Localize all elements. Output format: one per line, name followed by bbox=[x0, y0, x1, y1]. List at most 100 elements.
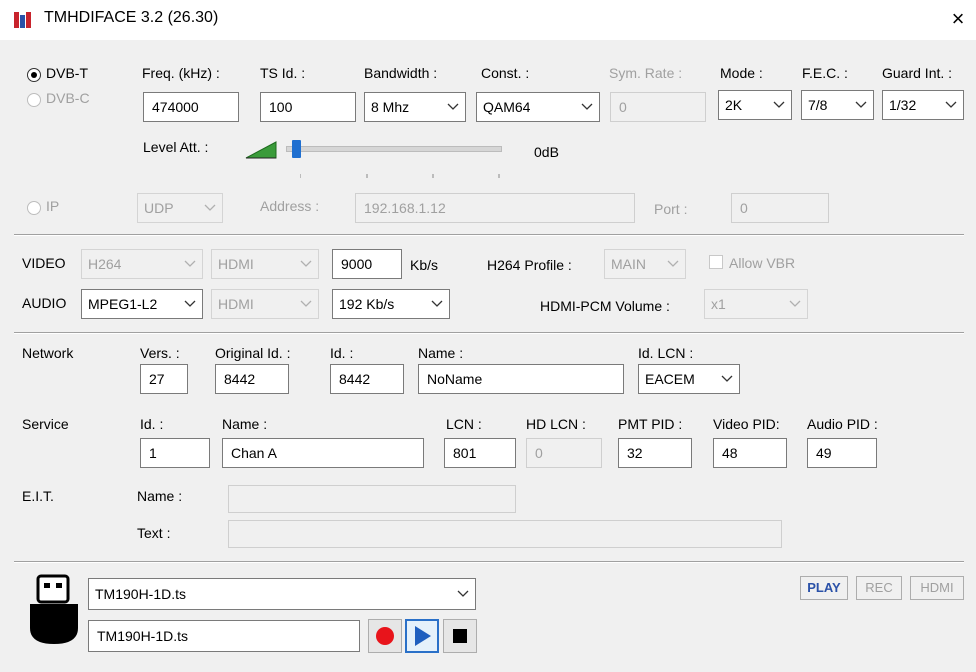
chevron-down-icon bbox=[773, 101, 785, 108]
bandwidth-select[interactable]: 8 Mhz bbox=[364, 92, 466, 122]
separator bbox=[14, 332, 964, 334]
video-bitrate-input[interactable]: 9000 bbox=[332, 249, 402, 279]
level-wedge-icon bbox=[244, 138, 278, 160]
file-select-value: TM190H-1D.ts bbox=[95, 586, 187, 602]
fec-label: F.E.C. : bbox=[802, 65, 848, 81]
video-source-select[interactable]: HDMI bbox=[211, 249, 319, 279]
service-id-label: Id. : bbox=[140, 416, 164, 432]
audio-bitrate-value: 192 Kb/s bbox=[339, 296, 395, 312]
symrate-label: Sym. Rate : bbox=[609, 65, 683, 81]
network-lcn-label: Id. LCN : bbox=[638, 345, 694, 361]
chevron-down-icon bbox=[300, 300, 312, 307]
video-label: VIDEO bbox=[22, 255, 66, 271]
allow-vbr-label: Allow VBR bbox=[729, 255, 796, 271]
service-name-label: Name : bbox=[222, 416, 268, 432]
eit-text-input[interactable] bbox=[228, 520, 782, 548]
network-origid-label: Original Id. : bbox=[215, 345, 291, 361]
service-id-input[interactable]: 1 bbox=[140, 438, 210, 468]
chevron-down-icon bbox=[184, 300, 196, 307]
ip-label: IP bbox=[46, 198, 60, 214]
dvbc-label: DVB-C bbox=[46, 90, 90, 106]
ip-proto-select[interactable]: UDP bbox=[137, 193, 223, 223]
video-codec-select[interactable]: H264 bbox=[81, 249, 203, 279]
level-slider-thumb[interactable] bbox=[292, 140, 301, 158]
freq-label: Freq. (kHz) : bbox=[142, 65, 220, 81]
ip-address-input[interactable]: 192.168.1.12 bbox=[355, 193, 635, 223]
network-name-input[interactable]: NoName bbox=[418, 364, 624, 394]
service-audio-pid-input[interactable]: 49 bbox=[807, 438, 877, 468]
service-pmt-input[interactable]: 32 bbox=[618, 438, 692, 468]
const-label: Const. : bbox=[481, 65, 530, 81]
app-icon bbox=[14, 12, 32, 28]
mode-value: 2K bbox=[725, 97, 743, 113]
hdmi-status-button[interactable]: HDMI bbox=[910, 576, 964, 600]
chevron-down-icon bbox=[184, 260, 196, 267]
chevron-down-icon bbox=[447, 103, 459, 110]
separator bbox=[14, 234, 964, 236]
bandwidth-label: Bandwidth : bbox=[364, 65, 438, 81]
level-slider-track[interactable] bbox=[286, 146, 502, 152]
allow-vbr-checkbox[interactable] bbox=[709, 255, 723, 269]
network-vers-label: Vers. : bbox=[140, 345, 180, 361]
h264-profile-select[interactable]: MAIN bbox=[604, 249, 686, 279]
ip-port-input[interactable]: 0 bbox=[731, 193, 829, 223]
bandwidth-value: 8 Mhz bbox=[371, 99, 410, 115]
service-lcn-input[interactable]: 801 bbox=[444, 438, 516, 468]
ip-address-label: Address : bbox=[260, 198, 320, 214]
tsid-input[interactable]: 100 bbox=[260, 92, 356, 122]
chevron-down-icon bbox=[855, 101, 867, 108]
network-vers-input[interactable]: 27 bbox=[140, 364, 188, 394]
hdmi-pcm-volume-value: x1 bbox=[711, 296, 726, 312]
eit-text-label: Text : bbox=[137, 525, 171, 541]
network-name-label: Name : bbox=[418, 345, 464, 361]
audio-label: AUDIO bbox=[22, 295, 67, 311]
chevron-down-icon bbox=[204, 204, 216, 211]
guard-label: Guard Int. : bbox=[882, 65, 953, 81]
audio-codec-select[interactable]: MPEG1-L2 bbox=[81, 289, 203, 319]
dvbt-radio[interactable] bbox=[27, 68, 41, 82]
network-lcn-select[interactable]: EACEM bbox=[638, 364, 740, 394]
close-icon[interactable]: × bbox=[946, 4, 970, 34]
tsid-label: TS Id. : bbox=[260, 65, 306, 81]
freq-input[interactable]: 474000 bbox=[143, 92, 239, 122]
record-button[interactable] bbox=[368, 619, 402, 653]
network-origid-input[interactable]: 8442 bbox=[215, 364, 289, 394]
chevron-down-icon bbox=[945, 101, 957, 108]
eit-name-input[interactable] bbox=[228, 485, 516, 513]
const-value: QAM64 bbox=[483, 99, 531, 115]
fec-select[interactable]: 7/8 bbox=[801, 90, 874, 120]
chevron-down-icon bbox=[789, 300, 801, 307]
audio-codec-value: MPEG1-L2 bbox=[88, 296, 158, 312]
level-slider-ticks bbox=[299, 165, 500, 178]
audio-source-select[interactable]: HDMI bbox=[211, 289, 319, 319]
const-select[interactable]: QAM64 bbox=[476, 92, 600, 122]
dvbt-label: DVB-T bbox=[46, 65, 88, 81]
hdmi-pcm-volume-select[interactable]: x1 bbox=[704, 289, 808, 319]
chevron-down-icon bbox=[431, 300, 443, 307]
ip-port-label: Port : bbox=[654, 201, 688, 217]
ip-radio[interactable] bbox=[27, 201, 41, 215]
stop-button[interactable] bbox=[443, 619, 477, 653]
mode-select[interactable]: 2K bbox=[718, 90, 792, 120]
rec-status-button[interactable]: REC bbox=[856, 576, 902, 600]
network-id-input[interactable]: 8442 bbox=[330, 364, 404, 394]
file-name-input[interactable]: TM190H-1D.ts bbox=[88, 620, 360, 652]
hdmi-pcm-volume-label: HDMI-PCM Volume : bbox=[540, 298, 670, 314]
video-source-value: HDMI bbox=[218, 256, 254, 272]
level-label: Level Att. : bbox=[143, 139, 209, 155]
dvbc-radio[interactable] bbox=[27, 93, 41, 107]
play-icon bbox=[415, 626, 431, 646]
separator bbox=[14, 561, 964, 563]
symrate-input[interactable]: 0 bbox=[610, 92, 706, 122]
network-label: Network bbox=[22, 345, 74, 361]
service-video-pid-input[interactable]: 48 bbox=[713, 438, 787, 468]
guard-select[interactable]: 1/32 bbox=[882, 90, 964, 120]
service-name-input[interactable]: Chan A bbox=[222, 438, 424, 468]
audio-bitrate-select[interactable]: 192 Kb/s bbox=[332, 289, 450, 319]
play-button[interactable] bbox=[405, 619, 439, 653]
play-status-button[interactable]: PLAY bbox=[800, 576, 848, 600]
file-select[interactable]: TM190H-1D.ts bbox=[88, 578, 476, 610]
record-icon bbox=[376, 627, 394, 645]
service-audio-pid-label: Audio PID : bbox=[807, 416, 878, 432]
service-hdlcn-input[interactable]: 0 bbox=[526, 438, 602, 468]
